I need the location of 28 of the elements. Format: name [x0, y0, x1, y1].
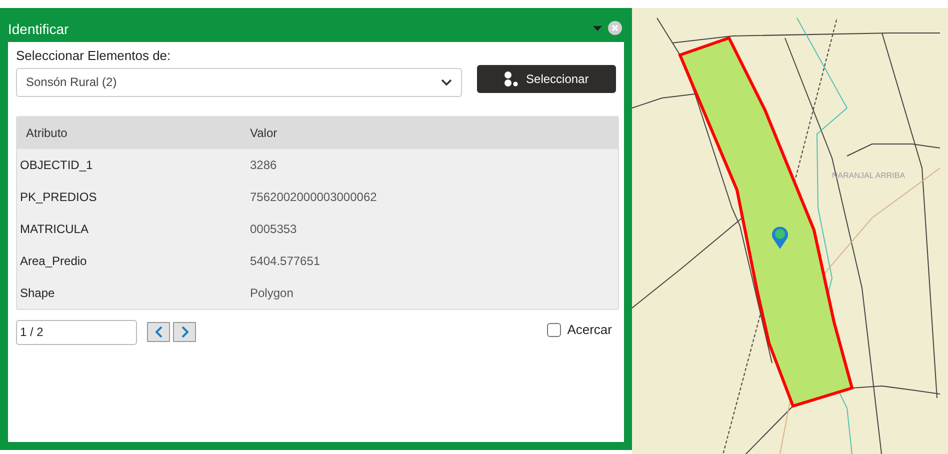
table-cell-text: PK_PREDIOS: [19, 188, 98, 206]
next-button[interactable]: [173, 322, 196, 342]
column-header: Valor: [249, 124, 278, 142]
table-cell-text: MATRICULA: [19, 220, 90, 238]
layer-select[interactable]: Sonsón Rural (2): [16, 68, 462, 96]
dialog-title: Identificar: [8, 20, 69, 38]
close-icon[interactable]: [608, 21, 622, 35]
select-label: Seleccionar Elementos de:: [16, 47, 172, 65]
table-cell-text: Shape: [19, 284, 56, 302]
chevron-down-icon: [440, 78, 452, 86]
select-button[interactable]: Seleccionar: [476, 65, 616, 93]
dots-icon: [504, 71, 518, 87]
location-pin-icon: [772, 226, 788, 249]
page-field[interactable]: 1 / 2: [16, 320, 137, 344]
table-cell-text: Area_Predio: [19, 252, 88, 270]
table-cell-text: 3286: [249, 156, 277, 174]
table-cell-text: 0005353: [249, 220, 297, 238]
column-header: Atributo: [25, 124, 68, 142]
table-cell-text: Polygon: [249, 284, 294, 302]
table-cell-text: OBJECTID_1: [19, 156, 94, 174]
collapse-icon[interactable]: [593, 26, 602, 30]
zoom-label: Acercar: [567, 321, 612, 340]
chevron-right-icon: [180, 326, 188, 338]
previous-button[interactable]: [147, 322, 170, 342]
chevron-left-icon: [154, 326, 162, 338]
table-cell-text: 7562002000003000062: [249, 188, 377, 206]
table-cell-text: 5404.577651: [249, 252, 320, 270]
zoom-checkbox[interactable]: [547, 323, 562, 337]
